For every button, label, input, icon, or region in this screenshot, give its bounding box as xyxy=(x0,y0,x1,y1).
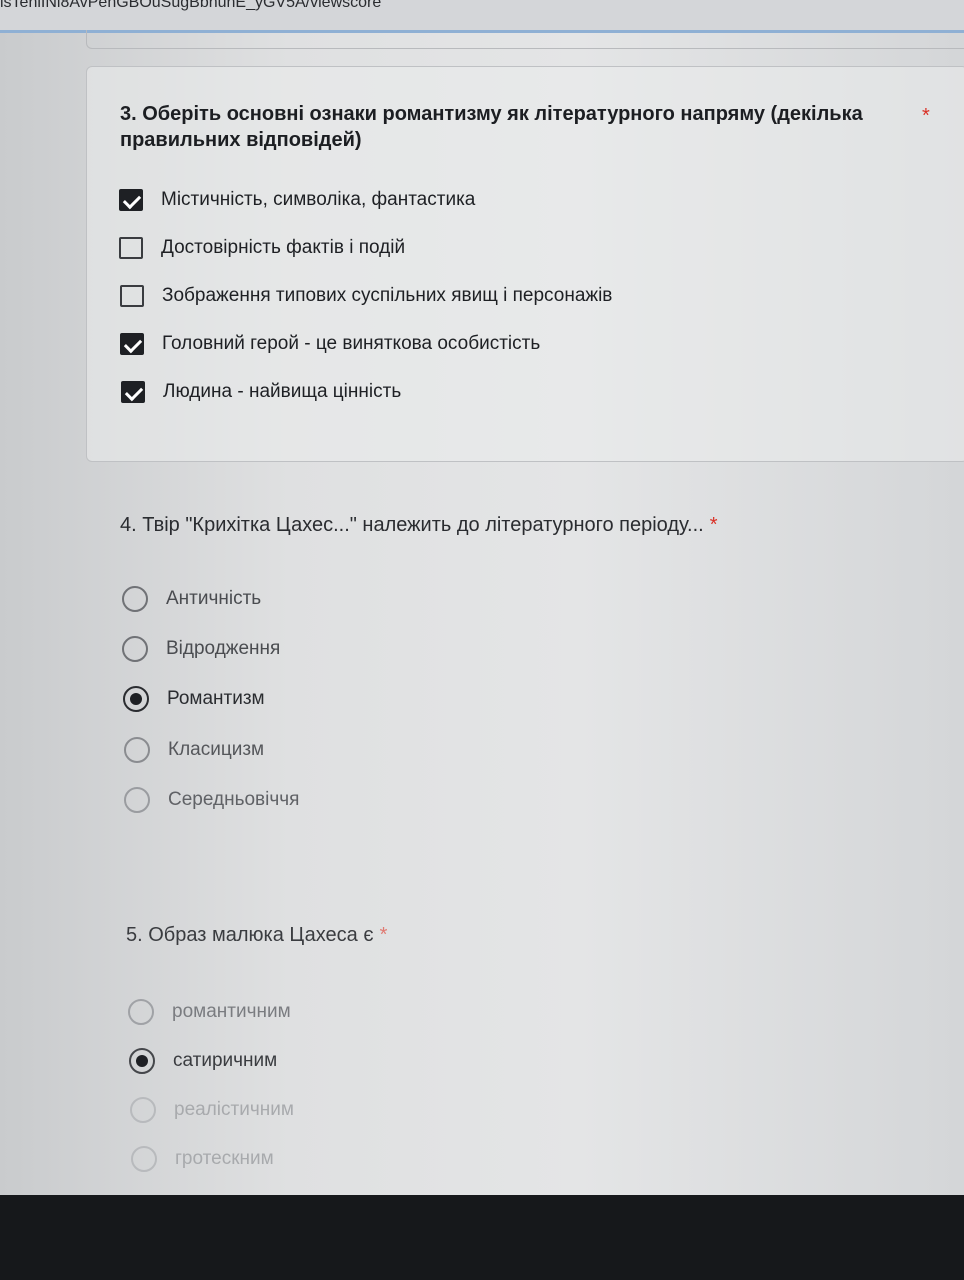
question-4-text: 4. Твір "Крихітка Цахес..." належить до … xyxy=(120,514,704,536)
radio-unchecked-icon[interactable] xyxy=(122,586,148,612)
q4-option-4[interactable]: Класицизм xyxy=(124,737,264,763)
required-asterisk: * xyxy=(922,105,930,127)
q3-option-5[interactable]: Людина - найвища цінність xyxy=(121,381,401,403)
q4-option-5-label: Середньовіччя xyxy=(168,789,300,810)
radio-unchecked-icon[interactable] xyxy=(128,999,154,1025)
q4-option-5[interactable]: Середньовіччя xyxy=(124,787,299,813)
required-asterisk: * xyxy=(709,514,718,536)
q4-option-1-label: Античність xyxy=(166,588,262,609)
radio-unchecked-icon[interactable] xyxy=(130,1097,156,1123)
q3-option-2-label: Достовірність фактів і подій xyxy=(161,237,406,258)
q3-option-3-label: Зображення типових суспільних явищ і пер… xyxy=(162,285,613,306)
q3-option-4-label: Головний герой - це виняткова особистіст… xyxy=(162,333,541,354)
question-5-title: 5. Образ малюка Цахеса є * xyxy=(126,922,626,948)
monitor-bezel xyxy=(0,1195,964,1280)
q5-option-3[interactable]: реалістичним xyxy=(130,1097,294,1123)
radio-unchecked-icon[interactable] xyxy=(122,636,148,662)
q5-option-4-label: гротескним xyxy=(175,1148,274,1169)
question-4-title: 4. Твір "Крихітка Цахес..." належить до … xyxy=(120,512,820,538)
radio-checked-icon[interactable] xyxy=(129,1048,155,1074)
checkbox-unchecked-icon[interactable] xyxy=(120,285,144,307)
q5-option-2-label: сатиричним xyxy=(173,1050,278,1071)
address-bar-url: isTehiINl8AvPehGBOuSugBbhunE_yGV5A/views… xyxy=(0,0,382,11)
question-card-4: 4. Твір "Крихітка Цахес..." належить до … xyxy=(86,478,964,918)
q5-option-1[interactable]: романтичним xyxy=(128,999,291,1025)
q3-option-4[interactable]: Головний герой - це виняткова особистіст… xyxy=(120,333,540,355)
q4-option-1[interactable]: Античність xyxy=(122,586,261,612)
required-asterisk: * xyxy=(379,924,388,946)
browser-viewport: isTehiINl8AvPehGBOuSugBbhunE_yGV5A/views… xyxy=(0,0,964,1195)
checkbox-checked-icon[interactable] xyxy=(121,381,145,403)
q5-option-2[interactable]: сатиричним xyxy=(129,1048,277,1074)
q3-option-1[interactable]: Містичність, символіка, фантастика xyxy=(119,189,475,211)
radio-checked-icon[interactable] xyxy=(123,686,149,712)
radio-unchecked-icon[interactable] xyxy=(124,787,150,813)
q3-option-5-label: Людина - найвища цінність xyxy=(163,381,402,402)
q4-option-3-label: Романтизм xyxy=(167,688,265,709)
question-5-text: 5. Образ малюка Цахеса є xyxy=(126,924,374,946)
checkbox-checked-icon[interactable] xyxy=(119,189,143,211)
q3-option-3[interactable]: Зображення типових суспільних явищ і пер… xyxy=(120,285,612,307)
checkbox-checked-icon[interactable] xyxy=(120,333,144,355)
q4-option-3[interactable]: Романтизм xyxy=(123,686,265,712)
q4-option-4-label: Класицизм xyxy=(168,739,265,760)
address-bar[interactable]: isTehiINl8AvPehGBOuSugBbhunE_yGV5A/views… xyxy=(0,0,964,33)
radio-unchecked-icon[interactable] xyxy=(124,737,150,763)
question-card-3: 3. Оберіть основні ознаки романтизму як … xyxy=(86,66,964,462)
q5-option-4[interactable]: гротескним xyxy=(131,1146,274,1172)
q3-option-1-label: Містичність, символіка, фантастика xyxy=(161,189,476,210)
q4-option-2-label: Відродження xyxy=(166,638,281,659)
q5-option-3-label: реалістичним xyxy=(174,1099,294,1120)
question-card-5: 5. Образ малюка Цахеса є * романтичним са… xyxy=(86,900,964,1190)
checkbox-unchecked-icon[interactable] xyxy=(119,237,143,259)
q3-option-2[interactable]: Достовірність фактів і подій xyxy=(119,237,405,259)
q4-option-2[interactable]: Відродження xyxy=(122,636,280,662)
q5-option-1-label: романтичним xyxy=(172,1001,291,1022)
radio-unchecked-icon[interactable] xyxy=(131,1146,157,1172)
previous-question-card xyxy=(86,30,964,49)
question-3-title: 3. Оберіть основні ознаки романтизму як … xyxy=(120,103,863,151)
